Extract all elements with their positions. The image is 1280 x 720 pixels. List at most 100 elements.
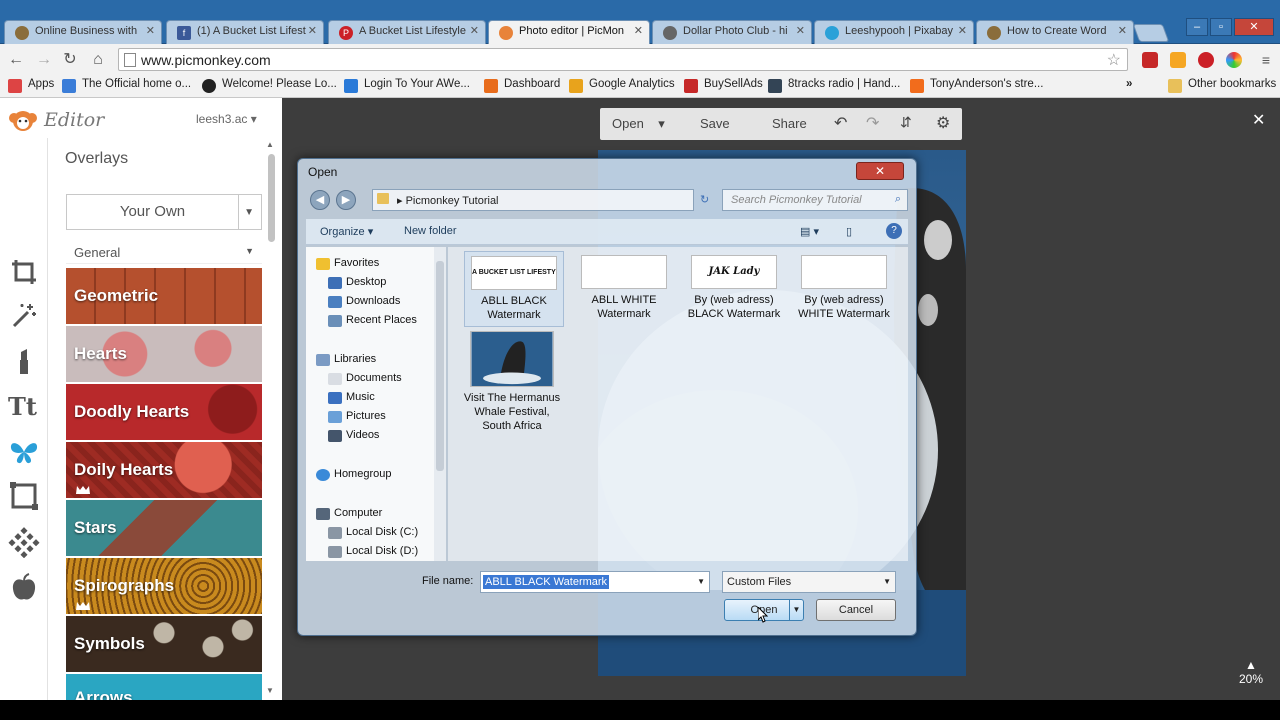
file-item[interactable]: By (web adress) WHITE Watermark — [794, 255, 894, 321]
overlay-category-stars[interactable]: Stars — [66, 500, 262, 556]
browser-tab[interactable]: Online Business with ✕ — [4, 20, 162, 44]
extension-icon[interactable] — [1142, 52, 1158, 68]
overlay-category-doily-hearts[interactable]: Doily Hearts — [66, 442, 262, 498]
undo-icon[interactable]: ↶ — [834, 113, 847, 133]
bookmark-item[interactable]: The Official home o... — [62, 78, 191, 93]
overlay-category-symbols[interactable]: Symbols — [66, 616, 262, 672]
bookmarks-overflow-button[interactable]: » — [1126, 78, 1132, 90]
color-picker-extension-icon[interactable] — [1226, 52, 1242, 68]
pinterest-extension-icon[interactable] — [1198, 52, 1214, 68]
forward-arrow-icon[interactable]: → — [34, 50, 54, 70]
redo-icon[interactable]: ↷ — [866, 113, 879, 133]
nav-homegroup[interactable]: Homegroup — [316, 468, 391, 481]
save-button[interactable]: Save — [700, 116, 730, 131]
overlay-category-geometric[interactable]: Geometric — [66, 268, 262, 324]
tab-close-icon[interactable]: ✕ — [308, 24, 317, 37]
menu-icon[interactable]: ≡ — [1256, 50, 1276, 70]
scrollbar-thumb[interactable] — [436, 261, 444, 471]
chevron-down-icon[interactable]: ▼ — [697, 577, 705, 586]
nav-music[interactable]: Music — [328, 391, 375, 404]
overlay-category-doodly-hearts[interactable]: Doodly Hearts — [66, 384, 262, 440]
window-close-icon[interactable]: ✕ — [1234, 18, 1274, 36]
nav-favorites[interactable]: Favorites — [316, 257, 379, 270]
new-tab-button[interactable] — [1132, 24, 1170, 42]
layers-icon[interactable]: ⇵ — [900, 114, 912, 131]
file-item[interactable]: ABLL WHITE Watermark — [574, 255, 674, 321]
new-folder-button[interactable]: New folder — [404, 225, 457, 237]
nav-pane-scrollbar[interactable] — [434, 247, 446, 561]
overlay-category-arrows[interactable]: Arrows — [66, 674, 262, 700]
organize-button[interactable]: Organize ▾ — [320, 225, 373, 238]
nav-local-disk-c[interactable]: Local Disk (C:) — [328, 526, 418, 539]
gear-icon[interactable]: ⚙ — [936, 113, 950, 133]
bookmark-item[interactable]: Welcome! Please Lo... — [202, 78, 337, 93]
dialog-close-button[interactable]: ✕ — [856, 162, 904, 180]
zoom-up-icon[interactable]: ▲ — [1236, 658, 1266, 672]
browser-tab[interactable]: f (1) A Bucket List Lifest ✕ — [166, 20, 324, 44]
scroll-down-icon[interactable]: ▼ — [266, 686, 274, 695]
tab-close-icon[interactable]: ✕ — [1118, 24, 1127, 37]
nav-videos[interactable]: Videos — [328, 429, 379, 442]
bookmark-item[interactable]: Dashboard — [484, 78, 560, 93]
bookmark-item[interactable]: BuySellAds — [684, 78, 763, 93]
scrollbar-thumb[interactable] — [268, 154, 275, 242]
frame-icon[interactable] — [8, 480, 40, 512]
refresh-icon[interactable]: ↻ — [700, 193, 709, 206]
dialog-search-input[interactable]: Search Picmonkey Tutorial ⌕ — [722, 189, 908, 211]
preview-pane-icon[interactable]: ▯ — [846, 225, 852, 238]
text-tool-icon[interactable]: Tt — [8, 392, 40, 424]
view-options-icon[interactable]: ▤ ▾ — [800, 225, 819, 238]
tab-close-icon[interactable]: ✕ — [796, 24, 805, 37]
bookmark-item[interactable]: 8tracks radio | Hand... — [768, 78, 900, 93]
zoom-control[interactable]: ▲ 20% — [1236, 658, 1266, 686]
overlay-category-spirographs[interactable]: Spirographs — [66, 558, 262, 614]
scroll-up-icon[interactable]: ▲ — [266, 140, 274, 149]
nav-desktop[interactable]: Desktop — [328, 276, 386, 289]
chevron-down-icon[interactable]: ▼ — [244, 207, 254, 218]
lipstick-icon[interactable] — [8, 346, 40, 378]
dialog-back-icon[interactable]: ◀ — [310, 190, 330, 210]
bookmark-item[interactable]: Apps — [8, 78, 54, 93]
tab-close-icon[interactable]: ✕ — [958, 24, 967, 37]
crop-icon[interactable] — [8, 256, 40, 288]
tab-close-icon[interactable]: ✕ — [470, 24, 479, 37]
browser-tab[interactable]: How to Create Word ✕ — [976, 20, 1134, 44]
file-item[interactable]: JAK Lady By (web adress) BLACK Watermark — [684, 255, 784, 321]
share-button[interactable]: Share — [772, 116, 807, 131]
magic-wand-icon[interactable] — [8, 300, 40, 332]
open-menu-button[interactable]: Open ▾ — [612, 116, 665, 132]
browser-tab[interactable]: Leeshypooh | Pixabay ✕ — [814, 20, 974, 44]
nav-recent-places[interactable]: Recent Places — [328, 314, 417, 327]
category-select[interactable]: General ▼ — [66, 242, 262, 264]
browser-tab[interactable]: Dollar Photo Club - hi ✕ — [652, 20, 812, 44]
back-arrow-icon[interactable]: ← — [6, 50, 26, 70]
bookmark-item[interactable]: TonyAnderson's stre... — [910, 78, 1043, 93]
cancel-button[interactable]: Cancel — [816, 599, 896, 621]
dialog-address-bar[interactable]: ▸ Picmonkey Tutorial — [372, 189, 694, 211]
tab-close-icon[interactable]: ✕ — [634, 24, 643, 37]
texture-icon[interactable] — [8, 526, 40, 558]
nav-local-disk-d[interactable]: Local Disk (D:) — [328, 545, 418, 558]
browser-tab-active[interactable]: Photo editor | PicMon ✕ — [488, 20, 650, 44]
close-editor-icon[interactable]: ✕ — [1252, 110, 1265, 130]
reload-icon[interactable]: ↻ — [60, 50, 80, 70]
bookmark-item[interactable]: Google Analytics — [569, 78, 675, 93]
file-item[interactable]: Visit The Hermanus Whale Festival, South… — [462, 331, 562, 433]
user-menu[interactable]: leesh3.ac ▾ — [196, 112, 257, 126]
filename-input[interactable]: ABLL BLACK Watermark ▼ — [480, 571, 710, 593]
bookmark-star-icon[interactable]: ☆ — [1107, 50, 1121, 70]
nav-libraries[interactable]: Libraries — [316, 353, 376, 366]
tab-close-icon[interactable]: ✕ — [146, 24, 155, 37]
minimize-icon[interactable]: – — [1186, 18, 1208, 36]
file-item-selected[interactable]: A BUCKET LIST LIFESTYLE ABLL BLACK Water… — [464, 251, 564, 327]
nav-pictures[interactable]: Pictures — [328, 410, 386, 423]
nav-computer[interactable]: Computer — [316, 507, 382, 520]
nav-downloads[interactable]: Downloads — [328, 295, 400, 308]
filetype-select[interactable]: Custom Files ▼ — [722, 571, 896, 593]
other-bookmarks-folder[interactable]: Other bookmarks — [1168, 78, 1276, 93]
help-icon[interactable]: ? — [886, 223, 902, 239]
sidebar-scrollbar[interactable]: ▲ ▼ — [266, 138, 278, 700]
maximize-icon[interactable]: ▫ — [1210, 18, 1232, 36]
home-icon[interactable]: ⌂ — [88, 50, 108, 70]
open-split-chevron-icon[interactable]: ▼ — [789, 600, 803, 620]
